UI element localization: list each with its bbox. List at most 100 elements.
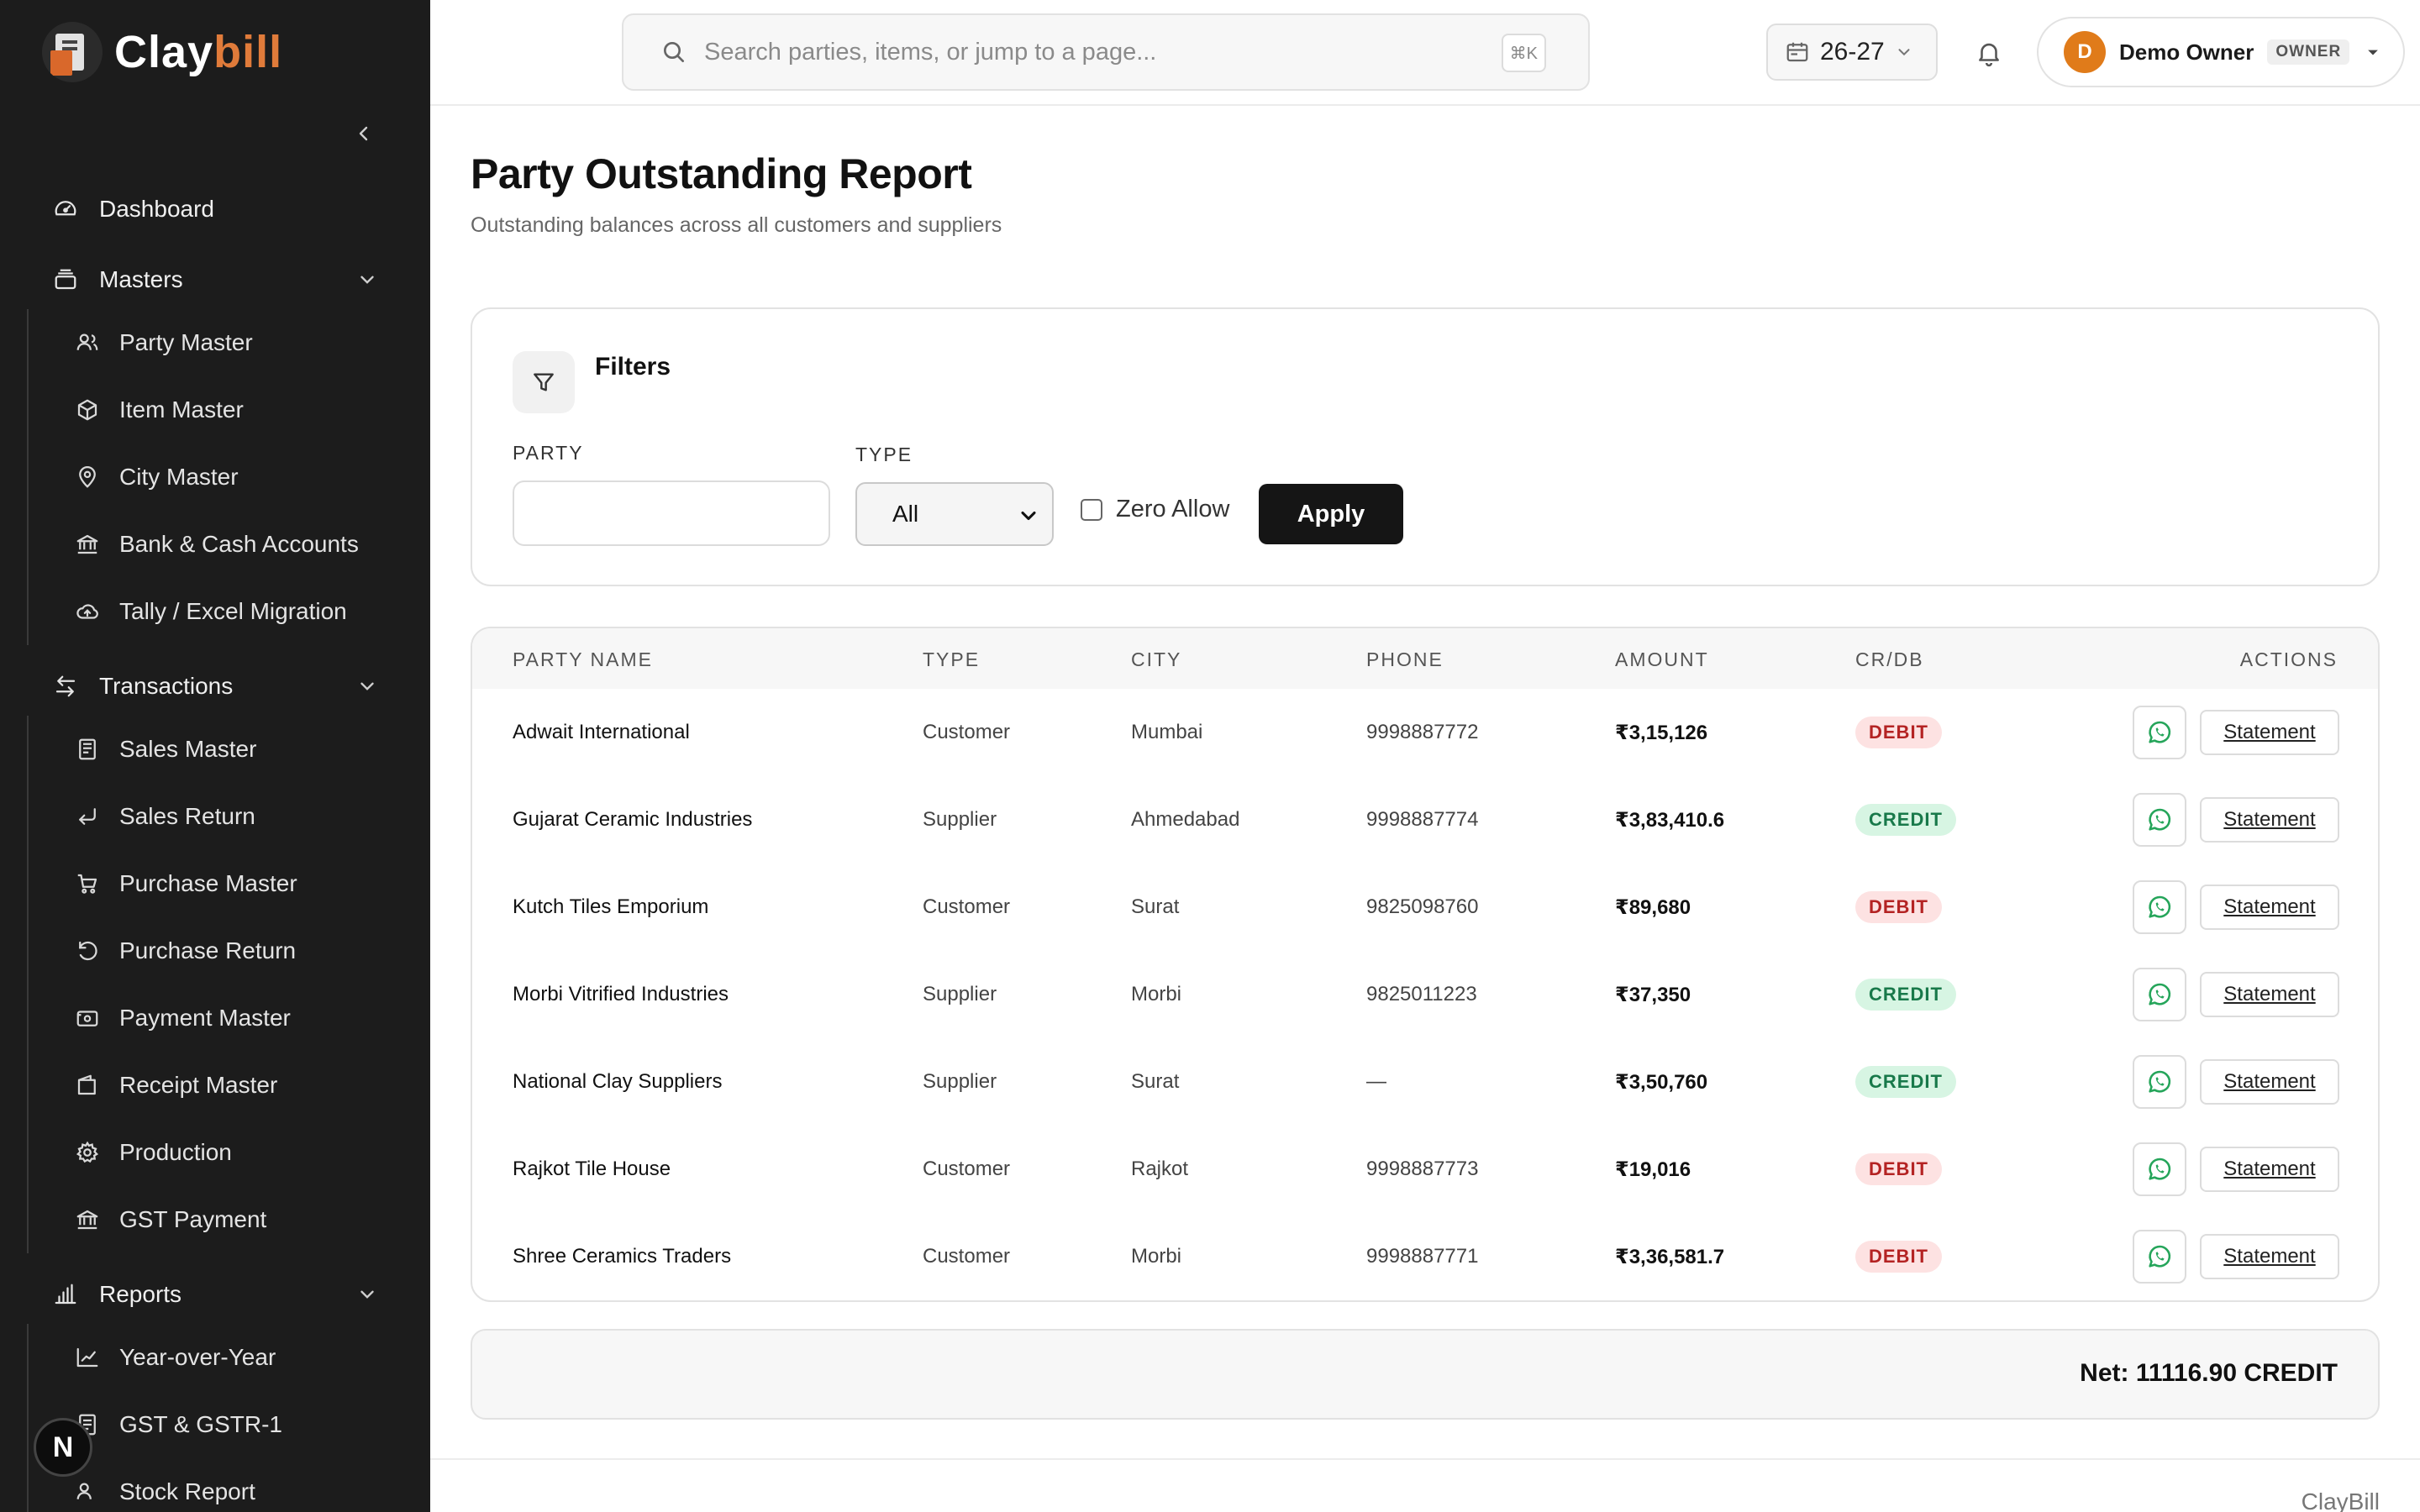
whatsapp-button[interactable] <box>2133 1230 2186 1284</box>
user-name: Demo Owner <box>2119 39 2254 65</box>
cell-phone: 9825098760 <box>1366 895 1479 918</box>
chevron-down-icon <box>360 276 374 284</box>
whatsapp-button[interactable] <box>2133 880 2186 934</box>
gear-icon <box>74 1139 101 1166</box>
cell-phone: 9998887772 <box>1366 721 1479 743</box>
cell-city: Surat <box>1131 895 1180 918</box>
status-badge: CREDIT <box>1855 1066 1956 1098</box>
corner-down-left-icon <box>74 803 101 830</box>
table-row: Gujarat Ceramic Industries Supplier Ahmeda… <box>472 776 2378 864</box>
bell-icon <box>1979 43 1999 67</box>
whatsapp-button[interactable] <box>2133 793 2186 847</box>
sidebar-item-purchase-master[interactable]: Purchase Master <box>0 850 430 917</box>
sidebar-item-bank-cash[interactable]: Bank & Cash Accounts <box>0 511 430 578</box>
whatsapp-icon <box>2145 1068 2174 1096</box>
sidebar-item-city-master[interactable]: City Master <box>0 444 430 511</box>
avatar: D <box>2064 31 2106 73</box>
cell-city: Morbi <box>1131 1245 1182 1268</box>
fiscal-year-selector[interactable]: 26-27 <box>1766 24 1938 81</box>
search-placeholder: Search parties, items, or jump to a page… <box>704 38 1157 66</box>
bar-chart-icon <box>52 1281 79 1308</box>
statement-button[interactable]: Statement <box>2200 972 2339 1017</box>
nav-transactions[interactable]: Transactions <box>0 657 430 716</box>
arrows-left-right-icon <box>52 673 79 700</box>
col-type: TYPE <box>923 648 981 670</box>
nav-reports[interactable]: Reports <box>0 1265 430 1324</box>
notifications-button[interactable] <box>1968 32 2010 74</box>
cell-city: Surat <box>1131 1070 1180 1093</box>
type-select-value: All <box>892 501 919 527</box>
type-select[interactable]: All <box>855 482 1054 546</box>
zero-allow-label: Zero Allow <box>1116 496 1230 522</box>
sidebar-item-gst-payment[interactable]: GST Payment <box>0 1186 430 1253</box>
checkbox-box[interactable] <box>1081 498 1102 521</box>
cell-phone: — <box>1366 1070 1386 1093</box>
table-header: PARTY NAME TYPE CITY PHONE AMOUNT CR/DB … <box>472 628 2378 689</box>
search-shortcut: ⌘K <box>1501 34 1546 72</box>
app-logo[interactable]: Claybill <box>42 22 282 82</box>
type-label: TYPE <box>855 444 913 465</box>
cell-amount: ₹89,680 <box>1615 895 1691 919</box>
fiscal-year-value: 26-27 <box>1820 38 1885 66</box>
user-menu[interactable]: D Demo Owner OWNER <box>2037 17 2405 87</box>
whatsapp-button[interactable] <box>2133 1055 2186 1109</box>
cell-city: Rajkot <box>1131 1158 1189 1180</box>
statement-button[interactable]: Statement <box>2200 1059 2339 1105</box>
sidebar-item-label: Party Master <box>119 329 253 355</box>
collapse-sidebar-button[interactable] <box>351 121 376 146</box>
sidebar: Claybill Dashboard Masters Party Master … <box>0 0 430 1512</box>
statement-button[interactable]: Statement <box>2200 797 2339 843</box>
sidebar-item-label: Year-over-Year <box>119 1344 276 1370</box>
calendar-icon <box>1786 42 1808 62</box>
whatsapp-icon <box>2145 806 2174 834</box>
shopping-cart-icon <box>74 870 101 897</box>
cell-crdb: DEBIT <box>1855 1126 1942 1213</box>
cell-city: Morbi <box>1131 983 1182 1005</box>
cloud-upload-icon <box>74 598 101 625</box>
statement-button[interactable]: Statement <box>2200 1147 2339 1192</box>
zero-allow-checkbox[interactable]: Zero Allow <box>1081 496 1229 523</box>
sidebar-item-item-master[interactable]: Item Master <box>0 376 430 444</box>
sidebar-item-production[interactable]: Production <box>0 1119 430 1186</box>
sidebar-item-receipt-master[interactable]: Receipt Master <box>0 1052 430 1119</box>
sidebar-item-payment-master[interactable]: Payment Master <box>0 984 430 1052</box>
search-input[interactable]: Search parties, items, or jump to a page… <box>622 13 1590 91</box>
sidebar-item-tally-migration[interactable]: Tally / Excel Migration <box>0 578 430 645</box>
sidebar-item-label: Item Master <box>119 396 244 423</box>
sidebar-item-label: GST & GSTR-1 <box>119 1411 282 1437</box>
logo-text: Claybill <box>114 27 283 77</box>
statement-button[interactable]: Statement <box>2200 1234 2339 1279</box>
cell-type: Customer <box>923 1158 1011 1180</box>
sidebar-item-year-over-year[interactable]: Year-over-Year <box>0 1324 430 1391</box>
nav-reports-label: Reports <box>99 1281 182 1307</box>
page-subtitle: Outstanding balances across all customer… <box>471 213 1002 237</box>
filters-title: Filters <box>595 353 671 381</box>
party-input[interactable] <box>513 480 830 546</box>
nav-dashboard[interactable]: Dashboard <box>0 180 430 239</box>
sidebar-item-party-master[interactable]: Party Master <box>0 309 430 376</box>
chevron-down-icon <box>1021 511 1036 521</box>
status-badge: CREDIT <box>1855 979 1956 1011</box>
sidebar-item-sales-return[interactable]: Sales Return <box>0 783 430 850</box>
cell-type: Supplier <box>923 983 997 1005</box>
statement-button[interactable]: Statement <box>2200 885 2339 930</box>
receipt-icon <box>74 736 101 763</box>
sidebar-item-label: Tally / Excel Migration <box>119 598 347 624</box>
page-title: Party Outstanding Report <box>471 150 972 197</box>
statement-button[interactable]: Statement <box>2200 710 2339 755</box>
sidebar-item-purchase-return[interactable]: Purchase Return <box>0 917 430 984</box>
dev-badge[interactable]: N <box>34 1418 92 1477</box>
whatsapp-button[interactable] <box>2133 706 2186 759</box>
apply-button[interactable]: Apply <box>1259 484 1403 544</box>
nav-masters[interactable]: Masters <box>0 250 430 309</box>
whatsapp-button[interactable] <box>2133 968 2186 1021</box>
status-badge: DEBIT <box>1855 717 1942 748</box>
table-row: Kutch Tiles Emporium Customer Surat 9825098… <box>472 864 2378 951</box>
sidebar-item-label: Purchase Master <box>119 870 297 896</box>
cell-party-name: Rajkot Tile House <box>513 1158 671 1180</box>
sidebar-item-sales-master[interactable]: Sales Master <box>0 716 430 783</box>
cell-crdb: CREDIT <box>1855 776 1956 864</box>
nav-masters-label: Masters <box>99 266 183 292</box>
whatsapp-button[interactable] <box>2133 1142 2186 1196</box>
rotate-ccw-icon <box>74 937 101 964</box>
